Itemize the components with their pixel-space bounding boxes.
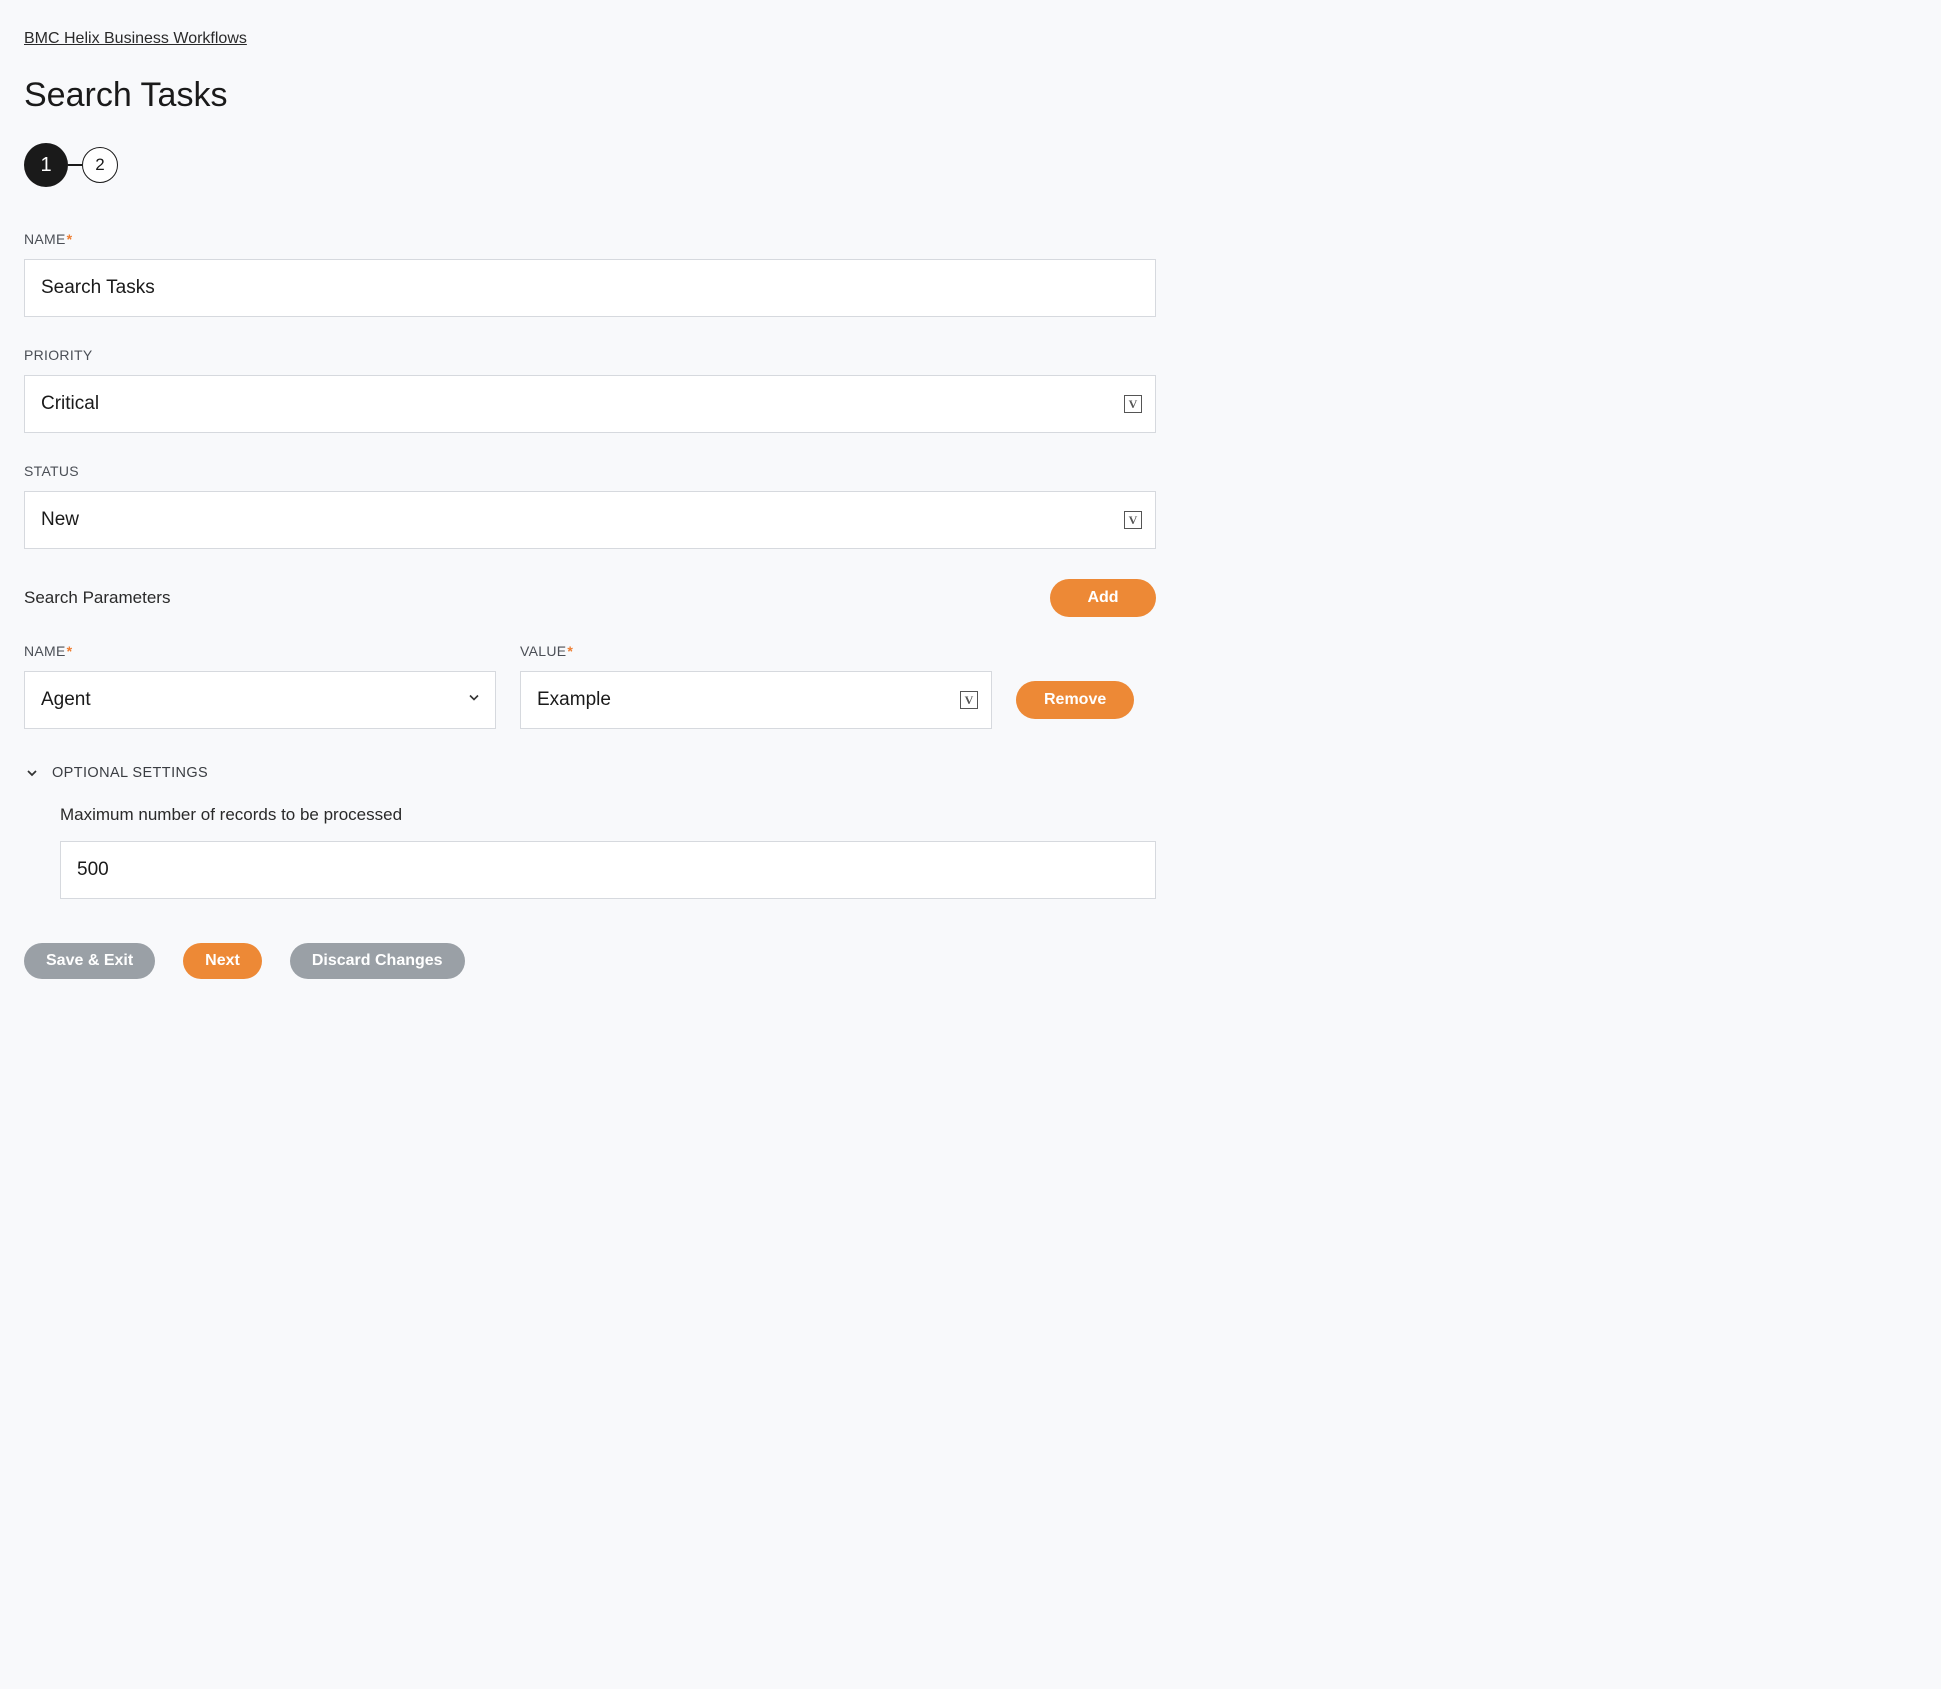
required-mark: * — [567, 643, 573, 659]
add-button[interactable]: Add — [1050, 579, 1156, 617]
variable-icon[interactable]: V — [1124, 511, 1142, 529]
step-1[interactable]: 1 — [24, 143, 68, 187]
priority-input[interactable] — [24, 375, 1156, 433]
step-2[interactable]: 2 — [82, 147, 118, 183]
next-button[interactable]: Next — [183, 943, 262, 979]
param-name-select[interactable] — [24, 671, 496, 729]
param-value-label: VALUE* — [520, 643, 992, 659]
field-priority: PRIORITY V — [24, 347, 1156, 433]
save-exit-button[interactable]: Save & Exit — [24, 943, 155, 979]
field-status: STATUS V — [24, 463, 1156, 549]
status-label: STATUS — [24, 463, 1156, 479]
variable-icon[interactable]: V — [1124, 395, 1142, 413]
field-name: NAME* — [24, 231, 1156, 317]
optional-settings-label: OPTIONAL SETTINGS — [52, 765, 208, 781]
step-indicator: 1 2 — [24, 143, 1156, 187]
max-records-label: Maximum number of records to be processe… — [60, 805, 1156, 825]
name-input[interactable] — [24, 259, 1156, 317]
remove-button[interactable]: Remove — [1016, 681, 1134, 719]
param-name-label: NAME* — [24, 643, 496, 659]
max-records-input[interactable] — [60, 841, 1156, 899]
status-input[interactable] — [24, 491, 1156, 549]
page-title: Search Tasks — [24, 76, 1156, 115]
breadcrumb-link[interactable]: BMC Helix Business Workflows — [24, 30, 247, 48]
discard-button[interactable]: Discard Changes — [290, 943, 465, 979]
search-param-row: NAME* VALUE* V Remove — [24, 643, 1156, 729]
search-params-header: Search Parameters — [24, 588, 170, 608]
param-name-label-text: NAME — [24, 643, 66, 659]
name-label: NAME* — [24, 231, 1156, 247]
priority-label: PRIORITY — [24, 347, 1156, 363]
optional-settings-body: Maximum number of records to be processe… — [24, 805, 1156, 899]
param-value-label-text: VALUE — [520, 643, 566, 659]
search-params-header-row: Search Parameters Add — [24, 579, 1156, 617]
footer-actions: Save & Exit Next Discard Changes — [24, 943, 1156, 979]
required-mark: * — [67, 643, 73, 659]
param-value-input[interactable] — [520, 671, 992, 729]
variable-icon[interactable]: V — [960, 691, 978, 709]
step-connector — [68, 164, 82, 166]
chevron-down-icon[interactable] — [466, 690, 482, 711]
optional-settings-toggle[interactable]: OPTIONAL SETTINGS — [24, 765, 1156, 781]
chevron-down-icon — [24, 765, 40, 781]
name-label-text: NAME — [24, 231, 66, 247]
required-mark: * — [67, 231, 73, 247]
